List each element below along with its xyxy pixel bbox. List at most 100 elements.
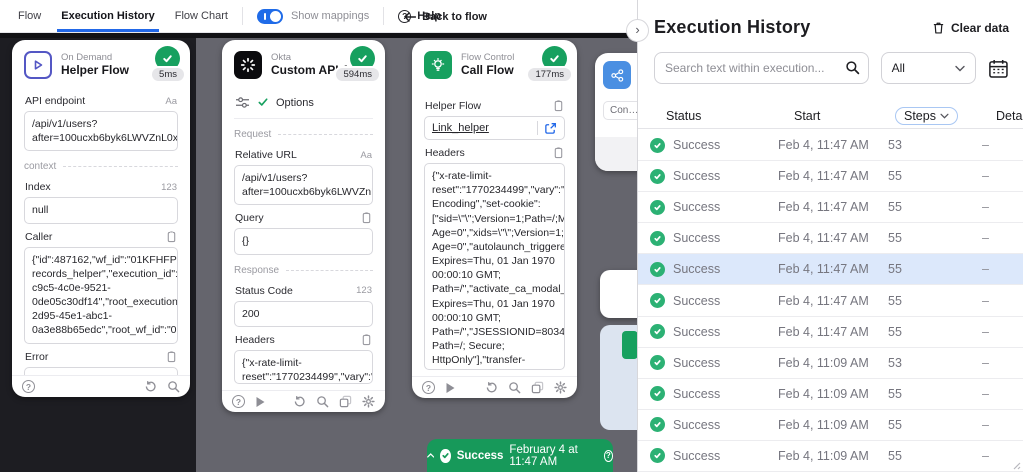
search-input[interactable]: [654, 52, 869, 84]
gear-icon[interactable]: [362, 395, 375, 408]
field-value[interactable]: {}: [234, 228, 373, 254]
execution-row[interactable]: SuccessFeb 4, 11:47 AM55–: [638, 192, 1023, 223]
row-start: Feb 4, 11:47 AM: [778, 200, 888, 214]
copy-icon[interactable]: [531, 381, 544, 394]
card-helper-flow[interactable]: On Demand Helper Flow 5ms API endpointAa…: [12, 40, 190, 397]
execution-row[interactable]: SuccessFeb 4, 11:09 AM55–: [638, 441, 1023, 472]
zoom-search-icon[interactable]: [316, 395, 329, 408]
zoom-search-icon[interactable]: [167, 380, 180, 393]
success-check-icon: [650, 138, 665, 153]
row-steps: 53: [888, 356, 980, 370]
field-value[interactable]: 200: [234, 301, 373, 327]
chevron-up-icon[interactable]: [427, 452, 434, 459]
clear-data-label: Clear data: [951, 21, 1009, 35]
tab-flow[interactable]: Flow: [18, 0, 41, 32]
field-value[interactable]: null: [24, 197, 178, 223]
card-help-icon[interactable]: ?: [422, 381, 435, 394]
execution-row[interactable]: SuccessFeb 4, 11:47 AM53–: [638, 130, 1023, 161]
options-row[interactable]: Options: [234, 88, 373, 119]
history-icon[interactable]: [144, 380, 157, 393]
row-details: –: [980, 138, 1023, 152]
success-check-icon: [650, 169, 665, 184]
status-filter-select[interactable]: All: [881, 52, 977, 84]
card-help-icon[interactable]: ?: [22, 380, 35, 393]
column-status[interactable]: Status: [666, 109, 794, 123]
field-value[interactable]: {"x-rate-limit- reset":"1770234499","var…: [424, 163, 565, 370]
history-icon[interactable]: [293, 395, 306, 408]
banner-help-icon[interactable]: ?: [604, 450, 613, 462]
row-details: –: [980, 231, 1023, 245]
column-steps-sort[interactable]: Steps: [895, 107, 958, 125]
sliders-icon: [235, 96, 250, 109]
row-status: Success: [673, 449, 720, 463]
duration-badge: 594ms: [336, 68, 379, 81]
success-check-icon: [650, 262, 665, 277]
row-status: Success: [673, 294, 720, 308]
card-footer: ?: [222, 390, 385, 412]
duration-badge: 5ms: [152, 68, 184, 81]
topbar: Flow Execution History Flow Chart Show m…: [0, 0, 637, 33]
status-filter-value: All: [892, 61, 956, 75]
condition-field-fragment[interactable]: Condition: [603, 101, 637, 120]
search-icon[interactable]: [845, 60, 860, 75]
field-value[interactable]: {"id":487162,"wf_id":"01KFHFPDF records_…: [24, 247, 178, 344]
execution-row[interactable]: SuccessFeb 4, 11:47 AM55–: [638, 285, 1023, 316]
execution-row[interactable]: SuccessFeb 4, 11:47 AM55–: [638, 161, 1023, 192]
field-value[interactable]: /api/v1/users? after=100ucxb6byk6LWVZnL0…: [234, 165, 373, 205]
tab-flow-chart[interactable]: Flow Chart: [175, 0, 228, 32]
helper-flow-link-box: Link_helper: [424, 116, 565, 140]
calendar-icon[interactable]: [988, 58, 1009, 79]
execution-status-banner[interactable]: Success February 4 at 11:47 AM ?: [427, 439, 613, 472]
run-play-icon[interactable]: [445, 382, 456, 394]
column-details[interactable]: Details ?: [996, 109, 1023, 123]
panel-title: Execution History: [654, 17, 810, 38]
field-value[interactable]: /api/v1/users? after=100ucxb6byk6LWVZnL0…: [24, 111, 178, 151]
card-title: Helper Flow: [61, 63, 129, 78]
execution-row[interactable]: SuccessFeb 4, 11:47 AM55–: [638, 317, 1023, 348]
gear-icon[interactable]: [554, 381, 567, 394]
flow-control-bulb-icon: [424, 51, 452, 79]
branch-share-icon: [603, 61, 631, 89]
open-flow-external-link-icon[interactable]: [544, 122, 557, 135]
row-status: Success: [673, 262, 720, 276]
field-label: Status Code: [235, 285, 293, 297]
field-value[interactable]: null: [24, 367, 178, 375]
toggle-on-mark: [264, 13, 266, 20]
card-help-icon[interactable]: ?: [232, 395, 245, 408]
run-play-icon[interactable]: [255, 396, 266, 408]
clear-data-button[interactable]: Clear data: [932, 21, 1009, 35]
row-steps: 55: [888, 387, 980, 401]
card-condition-fragment[interactable]: EH Condition: [595, 53, 637, 171]
object-type-icon: [361, 212, 372, 224]
column-start[interactable]: Start: [794, 109, 904, 123]
row-steps: 55: [888, 418, 980, 432]
execution-row[interactable]: SuccessFeb 4, 11:47 AM55–: [638, 223, 1023, 254]
row-details: –: [980, 169, 1023, 183]
back-to-flow-link[interactable]: Back to flow: [404, 0, 487, 33]
execution-row[interactable]: SuccessFeb 4, 11:47 AM55–: [638, 254, 1023, 285]
execution-row[interactable]: SuccessFeb 4, 11:09 AM55–: [638, 410, 1023, 441]
history-icon[interactable]: [485, 381, 498, 394]
copy-icon[interactable]: [339, 395, 352, 408]
link-helper-link[interactable]: Link_helper: [432, 122, 531, 134]
search-box: [654, 52, 869, 84]
back-arrow-icon: [404, 12, 416, 22]
text-type-indicator: Aa: [165, 96, 177, 107]
execution-row[interactable]: SuccessFeb 4, 11:09 AM55–: [638, 379, 1023, 410]
row-details: –: [980, 200, 1023, 214]
card-custom-api-action[interactable]: Okta Custom API Action 594ms Options Req…: [222, 40, 385, 412]
zoom-search-icon[interactable]: [508, 381, 521, 394]
execution-row[interactable]: SuccessFeb 4, 11:09 AM53–: [638, 348, 1023, 379]
resize-handle[interactable]: [1011, 460, 1021, 470]
show-mappings-toggle[interactable]: [257, 9, 283, 24]
tab-execution-history[interactable]: Execution History: [61, 0, 155, 32]
card-call-flow[interactable]: Flow Control Call Flow 177ms Helper Flow…: [412, 40, 577, 398]
row-details: –: [980, 387, 1023, 401]
pin-icon[interactable]: [188, 42, 190, 57]
panel-collapse-button[interactable]: ›: [626, 19, 649, 42]
row-start: Feb 4, 11:09 AM: [778, 449, 888, 463]
flow-canvas[interactable]: On Demand Helper Flow 5ms API endpointAa…: [0, 33, 637, 472]
table-header: Status Start Steps Details ?: [638, 104, 1023, 129]
divider: [242, 7, 243, 25]
field-value[interactable]: {"x-rate-limit- reset":"1770234499","var…: [234, 350, 373, 384]
